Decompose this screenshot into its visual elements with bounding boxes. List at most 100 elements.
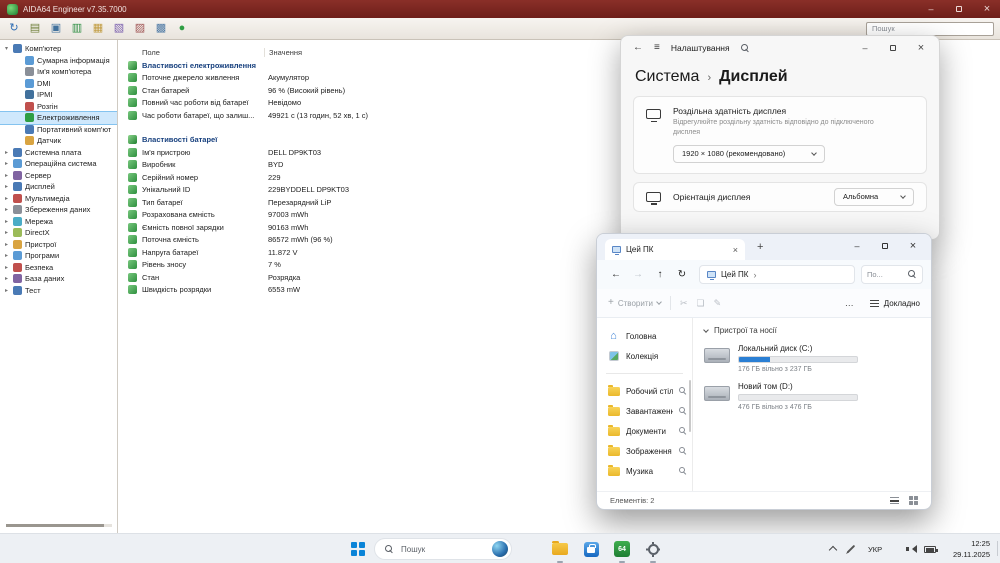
cut-icon[interactable]: ✂ (680, 298, 688, 308)
taskbar-store-button[interactable] (579, 537, 603, 561)
aida64-titlebar[interactable]: AIDA64 Engineer v7.35.7000 – × (0, 0, 1000, 18)
taskbar-aida64-button[interactable]: 64 (610, 537, 634, 563)
database-icon[interactable]: ▩ (153, 21, 169, 37)
orientation-dropdown[interactable]: Альбомна (834, 187, 914, 206)
sidebar-item[interactable]: Колекція (597, 346, 692, 366)
tree-item[interactable]: ▸ Збереження даних (0, 204, 117, 216)
new-item-button[interactable]: + Створити (608, 298, 662, 308)
tree-item[interactable]: ▸ Тест (0, 285, 117, 297)
forward-button[interactable]: → (627, 269, 649, 280)
tree-item[interactable]: Ім'я комп'ютера (0, 66, 117, 78)
see-more-button[interactable]: … (845, 298, 855, 308)
minimize-button[interactable]: – (925, 3, 937, 15)
breadcrumb-system[interactable]: Система (635, 68, 699, 86)
address-bar[interactable]: Цей ПК › (699, 265, 855, 284)
devices-icon[interactable]: ▧ (111, 21, 127, 37)
sidebar-item[interactable]: Робочий стіл (597, 381, 692, 401)
maximize-button[interactable] (887, 42, 899, 54)
maximize-button[interactable] (953, 3, 965, 15)
pin-icon (679, 387, 687, 395)
tree-item[interactable]: ▸ Мережа (0, 216, 117, 228)
tree-item[interactable]: ▸ База даних (0, 273, 117, 285)
taskbar-file-explorer-button[interactable] (548, 537, 572, 563)
tree-item[interactable]: Електроживлення (0, 111, 117, 125)
tree-item[interactable]: ▸ Пристрої (0, 239, 117, 251)
fdb-icon[interactable]: ▨ (132, 21, 148, 37)
pen-icon[interactable] (846, 544, 856, 554)
resolution-dropdown[interactable]: 1920 × 1080 (рекомендовано) (673, 144, 825, 163)
taskbar-settings-button[interactable] (641, 537, 665, 563)
new-tab-button[interactable]: + (757, 241, 763, 253)
sidebar-scrollbar-thumb[interactable] (689, 380, 691, 432)
minimize-button[interactable]: – (851, 240, 863, 252)
tree-item-label: DMI (37, 78, 51, 88)
aida-logo-icon[interactable]: ● (174, 21, 190, 37)
details-view-button[interactable]: Докладно (869, 299, 920, 308)
tree-item[interactable]: ▸ Системна плата (0, 147, 117, 159)
battery-icon[interactable] (924, 546, 938, 553)
language-indicator[interactable]: УКР (868, 545, 882, 554)
taskbar-search-box[interactable]: Пошук (374, 538, 512, 560)
aida64-search-input[interactable] (866, 21, 994, 36)
tree-item[interactable]: DMI (0, 78, 117, 90)
minimize-button[interactable]: – (859, 42, 871, 54)
refresh-button[interactable]: ↻ (671, 269, 693, 280)
back-arrow-icon[interactable]: ← (633, 43, 643, 53)
drive-item[interactable]: Локальний диск (C:) 176 ГБ вільно з 237 Г… (704, 344, 923, 373)
close-button[interactable]: × (915, 42, 927, 54)
sidebar-item[interactable]: Документи (597, 421, 692, 441)
large-icons-view-icon[interactable] (909, 496, 918, 505)
list-view-icon[interactable] (890, 497, 899, 504)
close-button[interactable]: × (907, 240, 919, 252)
rename-icon[interactable]: ✎ (714, 298, 722, 308)
tree-item[interactable]: IPMI (0, 89, 117, 101)
back-button[interactable]: ← (605, 269, 627, 280)
back-icon[interactable]: ↻ (6, 21, 22, 37)
hidden-icons-chevron[interactable] (828, 545, 838, 555)
explorer-search-input[interactable] (867, 270, 906, 279)
explorer-tab-bar[interactable]: Цей ПК × + – × (597, 234, 931, 260)
tab-close-icon[interactable]: × (733, 245, 738, 255)
tree-item[interactable]: ▸ Сервер (0, 170, 117, 182)
tree-item[interactable]: ▸ Мультимедіа (0, 193, 117, 205)
tree-item[interactable]: ▸ DirectX (0, 227, 117, 239)
close-button[interactable]: × (981, 3, 993, 15)
tree-horizontal-scrollbar[interactable] (6, 524, 112, 527)
maximize-button[interactable] (879, 240, 891, 252)
tree-item[interactable]: Датчик (0, 135, 117, 147)
tree-item[interactable]: ▾ Комп'ютер (0, 43, 117, 55)
taskbar-clock[interactable]: 12:25 29.11.2025 (953, 538, 990, 561)
sidebar-item[interactable]: Зображення (597, 441, 692, 461)
search-highlight-image[interactable] (492, 541, 508, 557)
toolbar-separator (669, 296, 671, 310)
settings-header[interactable]: ← ≡ Налаштування – × (621, 36, 939, 60)
chart-icon[interactable]: ▥ (69, 21, 85, 37)
tree-item[interactable]: ▸ Безпека (0, 262, 117, 274)
tree-item[interactable]: ▸ Операційна система (0, 158, 117, 170)
folder-icon[interactable]: ▦ (90, 21, 106, 37)
sidebar-item[interactable]: Головна (597, 326, 692, 346)
tree-item[interactable]: ▸ Дисплей (0, 181, 117, 193)
speaker-icon[interactable] (906, 545, 917, 553)
downloads-folder-icon (607, 404, 620, 416)
tree-item-icon (13, 285, 22, 295)
devices-group-header[interactable]: Пристрої та носії (703, 326, 923, 335)
computer-icon[interactable]: ▣ (48, 21, 64, 37)
report-icon[interactable]: ▤ (27, 21, 43, 37)
sidebar-item[interactable]: Завантаження (597, 401, 692, 421)
tree-scrollbar-thumb[interactable] (6, 524, 104, 527)
up-button[interactable]: ↑ (649, 269, 671, 280)
hamburger-menu-icon[interactable]: ≡ (654, 43, 660, 53)
show-desktop-button[interactable] (997, 541, 998, 556)
tree-item[interactable]: Портативний комп'ют (0, 124, 117, 136)
drive-item[interactable]: Новий том (D:) 476 ГБ вільно з 476 ГБ (704, 382, 923, 411)
search-icon[interactable] (740, 43, 750, 53)
explorer-search-box[interactable] (861, 265, 923, 284)
tree-item[interactable]: Сумарна інформація (0, 55, 117, 67)
sidebar-item[interactable]: Музика (597, 461, 692, 481)
tab-this-pc[interactable]: Цей ПК × (605, 239, 745, 260)
copy-icon[interactable]: ❏ (697, 298, 705, 308)
tree-item[interactable]: ▸ Програми (0, 250, 117, 262)
tree-item[interactable]: Розгін (0, 101, 117, 113)
start-button[interactable] (351, 542, 365, 556)
